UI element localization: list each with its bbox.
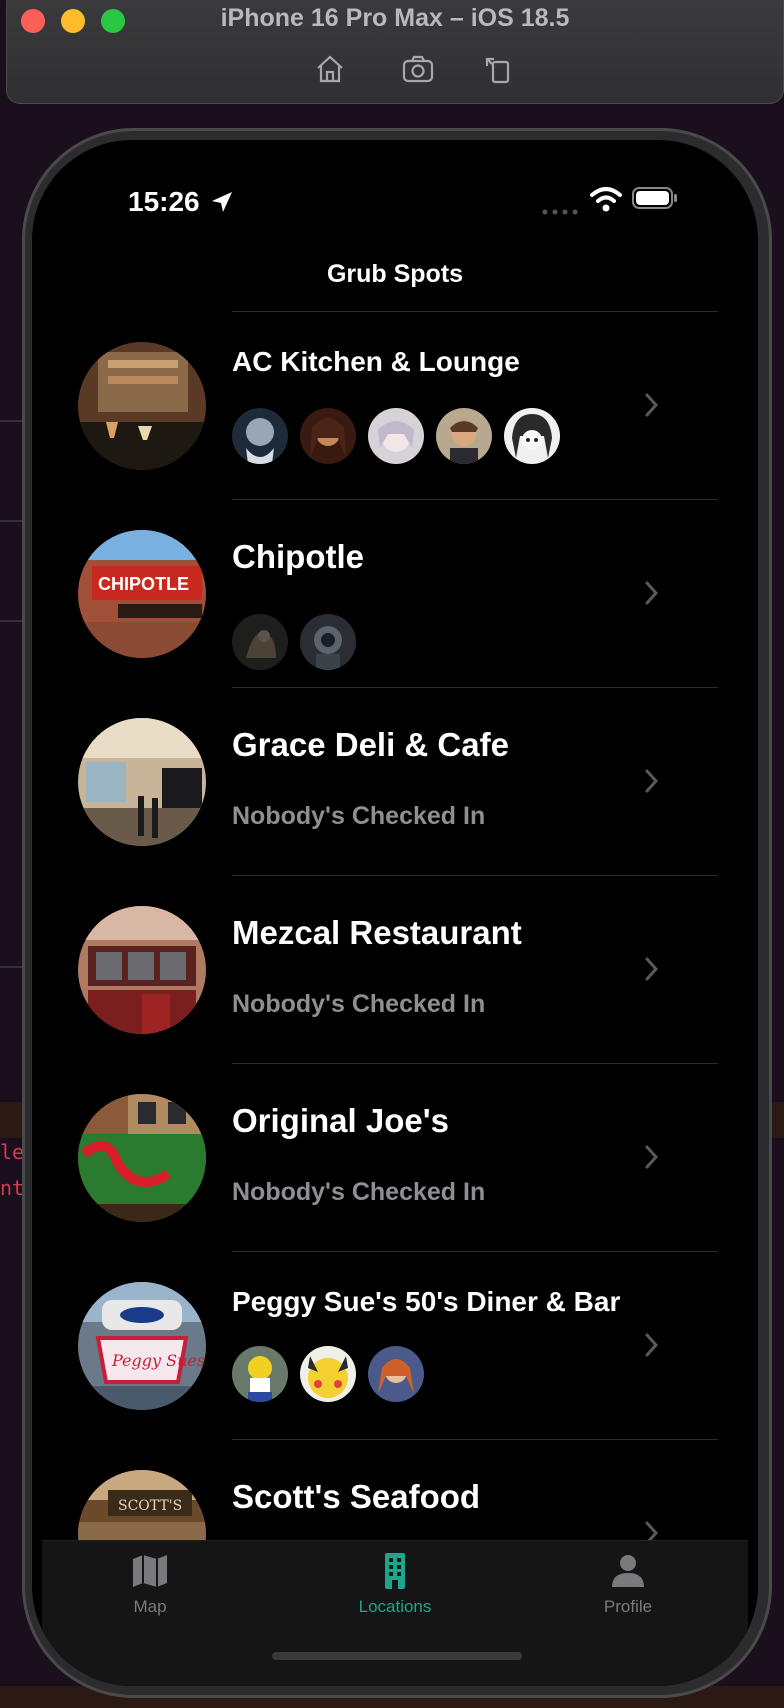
location-thumbnail: CHIPOTLE <box>78 530 206 658</box>
building-icon <box>385 1553 405 1589</box>
avatar <box>368 408 424 464</box>
chevron-right-icon <box>644 580 660 606</box>
phone-screen: 15:26 Grub Spots AC Kitchen & Lounge CHI… <box>32 140 758 1686</box>
home-icon[interactable] <box>313 52 347 86</box>
avatar <box>232 408 288 464</box>
checkin-status: Nobody's Checked In <box>232 990 486 1018</box>
avatar <box>300 408 356 464</box>
wifi-icon <box>590 186 622 212</box>
checked-in-avatars <box>232 614 356 672</box>
location-row[interactable]: Original Joe's Nobody's Checked In <box>32 1064 758 1252</box>
person-icon <box>612 1555 644 1587</box>
checkin-status: Nobody's Checked In <box>232 802 486 830</box>
location-row[interactable]: CHIPOTLE Chipotle <box>32 500 758 688</box>
location-row[interactable]: AC Kitchen & Lounge <box>32 312 758 500</box>
tab-label: Profile <box>603 1597 653 1616</box>
avatar <box>232 1346 288 1402</box>
location-arrow-icon <box>210 190 234 214</box>
location-name: Peggy Sue's 50's Diner & Bar <box>232 1286 621 1317</box>
avatar <box>232 614 288 670</box>
location-thumbnail <box>78 718 206 846</box>
window-title: iPhone 16 Pro Max – iOS 18.5 <box>220 4 570 32</box>
chevron-right-icon <box>644 768 660 794</box>
checked-in-avatars <box>232 1346 424 1404</box>
tab-bar: Map Locations Profile <box>42 1540 748 1686</box>
cellular-signal-icon <box>542 202 582 215</box>
avatar <box>300 1346 356 1402</box>
location-thumbnail <box>78 1094 206 1222</box>
locations-list: AC Kitchen & Lounge CHIPOTLE Chipotle Gr… <box>32 312 758 1628</box>
location-name: Mezcal Restaurant <box>232 914 522 951</box>
chevron-right-icon <box>644 1144 660 1170</box>
location-thumbnail <box>78 906 206 1034</box>
tab-label: Map <box>133 1597 167 1616</box>
simulator-titlebar: iPhone 16 Pro Max – iOS 18.5 <box>6 0 784 104</box>
chevron-right-icon <box>644 392 660 418</box>
screenshot-icon[interactable] <box>401 52 435 86</box>
svg-text:CHIPOTLE: CHIPOTLE <box>98 574 189 594</box>
chevron-right-icon <box>644 956 660 982</box>
home-indicator[interactable] <box>272 1652 522 1660</box>
page-title: Grub Spots <box>326 260 464 288</box>
avatar <box>300 614 356 670</box>
location-name: Chipotle <box>232 538 364 575</box>
checked-in-avatars <box>232 408 560 466</box>
location-thumbnail: Peggy Sues <box>78 1282 206 1410</box>
tab-locations[interactable]: Locations <box>335 1551 455 1617</box>
map-icon <box>133 1555 167 1587</box>
location-row[interactable]: Grace Deli & Cafe Nobody's Checked In <box>32 688 758 876</box>
rotate-icon[interactable] <box>481 52 515 86</box>
tab-map[interactable]: Map <box>90 1551 210 1617</box>
battery-icon <box>632 186 678 210</box>
location-name: AC Kitchen & Lounge <box>232 346 520 377</box>
status-time: 15:26 <box>128 186 200 217</box>
location-thumbnail <box>78 342 206 470</box>
avatar <box>436 408 492 464</box>
checkin-status: Nobody's Checked In <box>232 1178 486 1206</box>
location-name: Original Joe's <box>232 1102 449 1139</box>
svg-text:Peggy Sues: Peggy Sues <box>111 1351 205 1370</box>
location-name: Grace Deli & Cafe <box>232 726 509 763</box>
svg-text:SCOTT'S: SCOTT'S <box>118 1498 182 1514</box>
tab-label: Locations <box>358 1597 432 1616</box>
location-row[interactable]: Peggy Sues Peggy Sue's 50's Diner & Bar <box>32 1252 758 1440</box>
chevron-right-icon <box>644 1332 660 1358</box>
tab-profile[interactable]: Profile <box>568 1551 688 1617</box>
avatar <box>504 408 560 464</box>
avatar <box>368 1346 424 1402</box>
location-row[interactable]: Mezcal Restaurant Nobody's Checked In <box>32 876 758 1064</box>
location-name: Scott's Seafood <box>232 1478 481 1515</box>
